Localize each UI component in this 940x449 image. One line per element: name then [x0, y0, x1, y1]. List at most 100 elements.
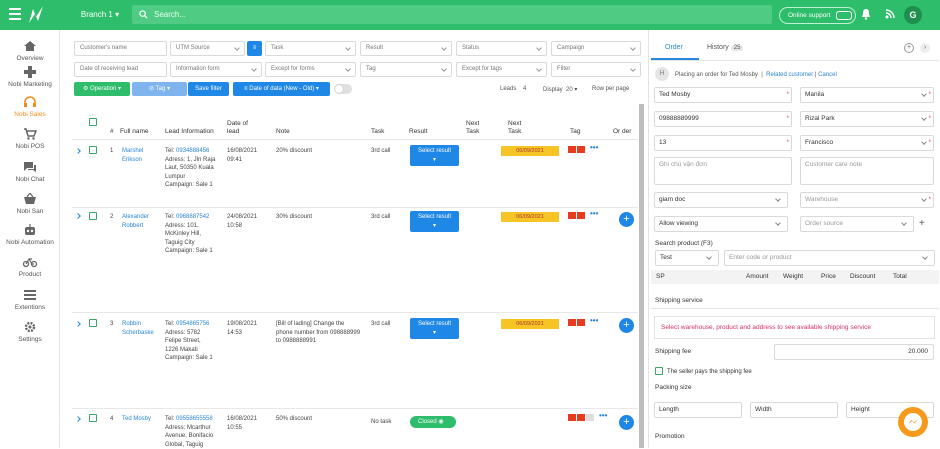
task-filter[interactable]: Task: [265, 41, 356, 56]
sidebar-item-extentions[interactable]: Extentions: [0, 289, 60, 311]
add-source-icon[interactable]: +: [919, 218, 925, 229]
district-select[interactable]: Rizal Park *: [800, 111, 934, 127]
sort-icon: ≡: [244, 86, 248, 92]
customer-name-link[interactable]: Alexander Robbert: [122, 213, 158, 230]
field-value: giam doc: [659, 196, 686, 203]
phone-link[interactable]: 09558655558: [176, 416, 213, 422]
phone-field[interactable]: 09888889999 *: [654, 111, 792, 127]
phone-link[interactable]: 0954865756: [176, 321, 209, 327]
expand-icon[interactable]: [75, 148, 81, 154]
utm-source-filter[interactable]: UTM Source: [170, 41, 245, 56]
select-all-checkbox[interactable]: [89, 118, 97, 126]
save-filter-button[interactable]: Save filter: [188, 82, 229, 96]
product-search-input[interactable]: Enter code or product: [724, 250, 935, 266]
messenger-chat-button[interactable]: [898, 407, 928, 437]
seller-pays-checkbox[interactable]: [655, 367, 663, 375]
customer-name-filter[interactable]: Customer's name: [74, 41, 167, 56]
customer-name-link[interactable]: Ted Mosby: [122, 415, 158, 424]
tab-history[interactable]: History 25: [707, 44, 744, 51]
care-note-field[interactable]: Customer care note: [800, 157, 934, 185]
tag-button[interactable]: ⊘ Tag ▾: [132, 82, 187, 96]
sidebar-item-automation[interactable]: Nobi Automation: [0, 224, 60, 246]
sidebar-item-pos[interactable]: Nobi POS: [0, 128, 60, 150]
table-scrollbar[interactable]: [639, 104, 644, 448]
sidebar-item-product[interactable]: Product: [0, 256, 60, 278]
result-filter[interactable]: Result: [360, 41, 452, 56]
customer-name-field[interactable]: Ted Mosby *: [654, 87, 792, 103]
position-select[interactable]: giam doc: [654, 192, 788, 208]
except-tags-filter[interactable]: Except for tags: [456, 62, 547, 77]
gamepad-icon: [24, 66, 36, 78]
general-filter[interactable]: Filter: [551, 62, 641, 77]
ward-select[interactable]: Francisco *: [800, 135, 934, 151]
toggle-switch[interactable]: [334, 84, 352, 94]
delivery-note-field[interactable]: Ghi chú vận đơn: [654, 157, 792, 185]
select-result-button[interactable]: Select result ▾: [410, 145, 459, 166]
add-order-button[interactable]: +: [619, 318, 634, 333]
avatar[interactable]: G: [904, 6, 922, 24]
operation-button[interactable]: ⚙ Operation ▾: [74, 82, 130, 96]
field-placeholder: Ghi chú vận đơn: [659, 161, 707, 168]
phone-link[interactable]: 0968887542: [176, 214, 209, 220]
length-field[interactable]: Length: [654, 402, 742, 418]
row-checkbox[interactable]: [89, 212, 97, 220]
select-result-button[interactable]: Select result ▾: [410, 211, 459, 232]
expand-icon[interactable]: [75, 321, 81, 327]
row-checkbox[interactable]: [89, 319, 97, 327]
expand-icon[interactable]: [75, 416, 81, 422]
address-number-field[interactable]: 13 *: [654, 135, 792, 151]
expand-icon[interactable]: [75, 213, 81, 219]
tag-filter[interactable]: Tag: [360, 62, 452, 77]
allow-viewing-select[interactable]: Allow viewing: [654, 216, 788, 232]
add-order-button[interactable]: +: [619, 212, 634, 227]
branch-selector[interactable]: Branch 1 ▾: [70, 0, 130, 30]
address-line: Adress: Mcarthur: [165, 424, 211, 431]
search-input[interactable]: Search...: [132, 5, 772, 24]
tab-order[interactable]: Order: [665, 44, 683, 51]
width-field[interactable]: Width: [750, 402, 838, 418]
sidebar-item-marketing[interactable]: Nobi Marketing: [0, 66, 60, 88]
receiving-lead-date-filter[interactable]: Date of receiving lead: [74, 62, 167, 77]
city-select[interactable]: Manila *: [800, 87, 934, 103]
hamburger-menu-icon[interactable]: [9, 8, 21, 20]
sidebar-item-overview[interactable]: Overview: [0, 40, 60, 62]
chevron-right-icon[interactable]: ›: [920, 43, 930, 53]
status-filter[interactable]: Status: [456, 41, 547, 56]
date-sort-button[interactable]: ≡ Date of data (New - Old) ▾: [233, 82, 330, 96]
bell-icon[interactable]: [861, 8, 871, 20]
add-order-button[interactable]: +: [619, 415, 634, 430]
sidebar-item-settings[interactable]: Settings: [0, 321, 60, 343]
sidebar-item-san[interactable]: Nobi San: [0, 193, 60, 215]
warehouse-select[interactable]: Warehouse *: [800, 192, 934, 208]
closed-status-button[interactable]: Closed ◉: [410, 416, 456, 428]
sidebar-item-chat[interactable]: Nobi Chat: [0, 161, 60, 183]
shipping-fee-field[interactable]: 20.000: [774, 344, 934, 360]
row-checkbox[interactable]: [89, 146, 97, 154]
more-dots-icon[interactable]: •••: [590, 209, 598, 218]
shipping-service-label: Shipping service: [655, 297, 703, 304]
except-forms-filter[interactable]: Except for forms: [265, 62, 356, 77]
product-search-type-select[interactable]: Test: [655, 250, 719, 266]
campaign-filter[interactable]: Campaign: [551, 41, 641, 56]
add-circle-icon[interactable]: +: [904, 43, 914, 53]
customer-name-link[interactable]: Robbin Scherbaske: [122, 320, 158, 337]
more-dots-icon[interactable]: •••: [590, 316, 598, 325]
select-result-button[interactable]: Select result ▾: [410, 318, 459, 339]
sidebar-label: Settings: [18, 336, 42, 343]
display-selector[interactable]: Display 20 ▾: [543, 86, 577, 93]
customer-name-link[interactable]: Marshel Erikson: [122, 147, 154, 164]
more-dots-icon[interactable]: •••: [590, 143, 598, 152]
row-checkbox[interactable]: [89, 414, 97, 422]
eye-icon: ◉: [438, 419, 444, 425]
filter-list-button[interactable]: ≡: [247, 41, 262, 56]
cancel-link[interactable]: Cancel: [818, 72, 837, 78]
information-form-filter[interactable]: Information form: [170, 62, 262, 77]
sidebar-label: Product: [18, 271, 42, 278]
related-customer-link[interactable]: Related customer: [766, 72, 813, 78]
more-dots-icon[interactable]: •••: [599, 411, 607, 420]
sidebar-item-sales[interactable]: Nobi Sales: [0, 96, 60, 118]
phone-link[interactable]: 0934888456: [176, 148, 209, 154]
rss-icon[interactable]: [885, 9, 895, 19]
online-support-toggle[interactable]: Online support: [779, 7, 856, 24]
order-source-select[interactable]: Order source: [800, 216, 914, 232]
